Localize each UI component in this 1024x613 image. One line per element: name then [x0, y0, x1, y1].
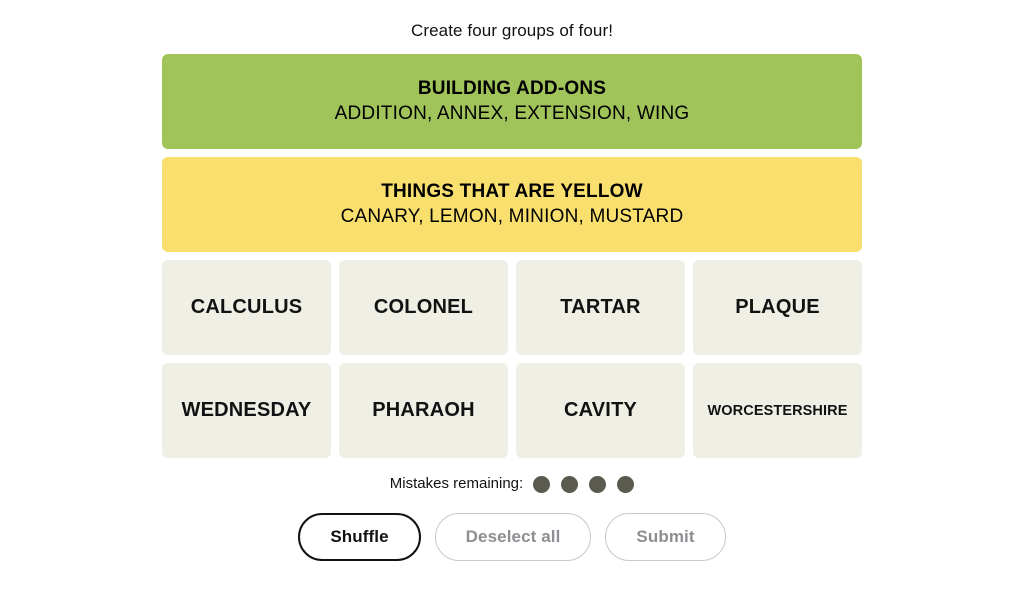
mistake-dot [533, 475, 551, 493]
solved-group-title: THINGS THAT ARE YELLOW [381, 180, 643, 202]
word-tile[interactable]: WORCESTERSHIRE [693, 363, 862, 458]
solved-group-title: BUILDING ADD-ONS [417, 77, 607, 99]
shuffle-button[interactable]: Shuffle [298, 513, 421, 561]
word-tile[interactable]: COLONEL [339, 260, 508, 355]
tile-row: CALCULUS COLONEL TARTAR PLAQUE [162, 260, 862, 355]
word-tile[interactable]: CAVITY [516, 363, 685, 458]
mistakes-dots [533, 475, 635, 493]
mistakes-label: Mistakes remaining: [389, 475, 524, 492]
mistake-dot [561, 475, 579, 493]
mistake-dot [589, 475, 607, 493]
deselect-all-button[interactable]: Deselect all [434, 513, 592, 561]
connections-game: Create four groups of four! BUILDING ADD… [0, 0, 1024, 613]
solved-group-members: ADDITION, ANNEX, EXTENSION, WING [334, 102, 690, 124]
action-buttons: Shuffle Deselect all Submit [298, 513, 726, 561]
word-tile[interactable]: PLAQUE [693, 260, 862, 355]
word-tile[interactable]: TARTAR [516, 260, 685, 355]
submit-button[interactable]: Submit [605, 513, 726, 561]
word-tile[interactable]: PHARAOH [339, 363, 508, 458]
instruction-text: Create four groups of four! [410, 21, 614, 40]
mistakes-remaining: Mistakes remaining: [389, 474, 635, 494]
solved-group-yellow: THINGS THAT ARE YELLOW CANARY, LEMON, MI… [162, 157, 862, 252]
tile-row: WEDNESDAY PHARAOH CAVITY WORCESTERSHIRE [162, 363, 862, 458]
word-tile[interactable]: CALCULUS [162, 260, 331, 355]
solved-group-members: CANARY, LEMON, MINION, MUSTARD [340, 205, 684, 227]
game-board: BUILDING ADD-ONS ADDITION, ANNEX, EXTENS… [162, 54, 862, 458]
word-tile[interactable]: WEDNESDAY [162, 363, 331, 458]
solved-group-green: BUILDING ADD-ONS ADDITION, ANNEX, EXTENS… [162, 54, 862, 149]
mistake-dot [617, 475, 635, 493]
